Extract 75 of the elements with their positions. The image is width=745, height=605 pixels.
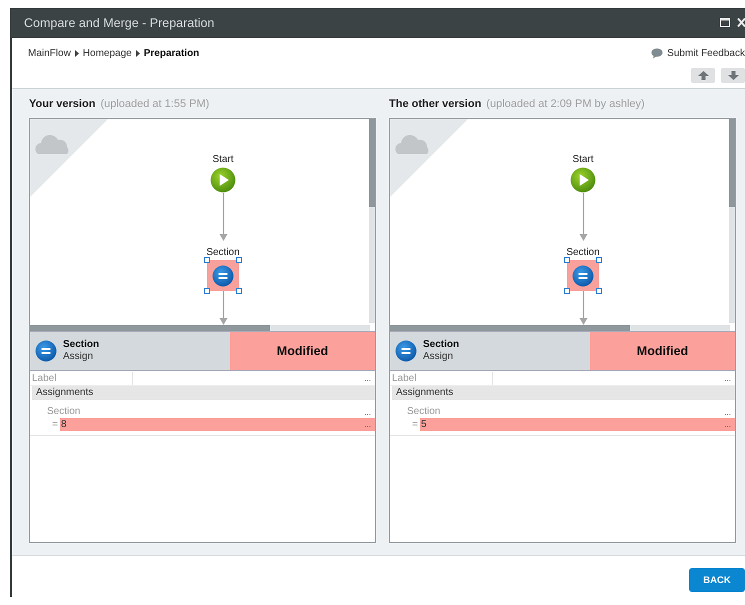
node-label: Section [566, 247, 600, 259]
breadcrumb-item[interactable]: MainFlow [28, 48, 71, 58]
chevron-icon [136, 50, 140, 56]
cloud-icon [35, 135, 68, 154]
selection-handle[interactable] [204, 257, 210, 263]
property-label: Label [30, 372, 133, 385]
window-title: Compare and Merge - Preparation [24, 16, 214, 30]
more-button[interactable]: ... [364, 406, 375, 418]
assign-icon [395, 340, 417, 362]
variable-name: Section [47, 406, 80, 418]
assign-node-icon [212, 264, 234, 286]
maximize-icon[interactable] [720, 18, 730, 27]
property-label: Label [390, 372, 493, 385]
flow-node[interactable] [567, 260, 599, 291]
down-arrow-icon [728, 71, 738, 80]
element-name: Section [423, 339, 460, 351]
connector-arrow [218, 193, 228, 241]
more-button[interactable]: ... [724, 406, 735, 418]
more-button[interactable]: ... [364, 418, 375, 431]
element-type: Assign [423, 351, 454, 363]
value-field[interactable]: 5 ... [420, 418, 735, 431]
element-name: Section [63, 339, 100, 351]
value-text: 8 [61, 418, 67, 431]
version-title: Your version [29, 98, 96, 110]
move-up-button[interactable] [691, 68, 715, 83]
connector-arrow [218, 291, 228, 325]
element-type: Assign [63, 351, 94, 363]
node-label: Section [206, 247, 240, 259]
move-down-button[interactable] [721, 68, 745, 83]
upload-info: (uploaded at 1:55 PM) [100, 98, 210, 110]
flow-node[interactable] [210, 167, 236, 193]
selection-handle[interactable] [596, 257, 602, 263]
selection-handle[interactable] [204, 288, 210, 294]
group-header: Assignments [392, 386, 735, 400]
group-header: Assignments [32, 386, 375, 400]
version-title: The other version [389, 98, 482, 110]
selection-handle[interactable] [236, 257, 242, 263]
close-icon[interactable] [737, 18, 745, 27]
connector-arrow [578, 291, 588, 325]
feedback-link[interactable]: Submit Feedback [667, 48, 745, 58]
selection-handle[interactable] [564, 257, 570, 263]
start-node-icon [570, 167, 596, 193]
horizontal-scrollbar[interactable] [390, 325, 730, 331]
assign-node-icon [572, 264, 594, 286]
horizontal-scrollbar[interactable] [30, 325, 370, 331]
chevron-icon [74, 50, 79, 56]
vertical-scrollbar[interactable] [369, 119, 375, 323]
connector-arrow [578, 193, 588, 241]
status-label: Modified [590, 332, 735, 370]
up-arrow-icon [698, 71, 708, 80]
selection-handle[interactable] [596, 288, 602, 294]
vertical-scrollbar[interactable] [729, 119, 735, 323]
value-text: 5 [421, 418, 427, 431]
variable-name: Section [407, 406, 440, 418]
selection-handle[interactable] [236, 288, 242, 294]
value-field[interactable]: 8 ... [60, 418, 375, 431]
more-button[interactable]: ... [724, 418, 735, 431]
back-button[interactable]: BACK [689, 568, 745, 592]
flow-node[interactable] [207, 260, 239, 291]
operator-label: = [411, 418, 419, 431]
breadcrumb-item[interactable]: Homepage [82, 48, 132, 58]
more-button[interactable]: ... [724, 372, 735, 385]
more-button[interactable]: ... [364, 372, 375, 385]
flow-node[interactable] [570, 167, 596, 193]
upload-info: (uploaded at 2:09 PM by ashley) [486, 98, 645, 110]
operator-label: = [51, 418, 59, 431]
node-label: Start [212, 154, 234, 166]
start-node-icon [210, 167, 236, 193]
breadcrumb-item: Preparation [144, 48, 200, 58]
node-label: Start [572, 154, 594, 166]
status-label: Modified [230, 332, 375, 370]
assign-icon [35, 340, 57, 362]
selection-handle[interactable] [564, 288, 570, 294]
cloud-icon [395, 135, 428, 154]
speech-bubble-icon [651, 48, 664, 58]
